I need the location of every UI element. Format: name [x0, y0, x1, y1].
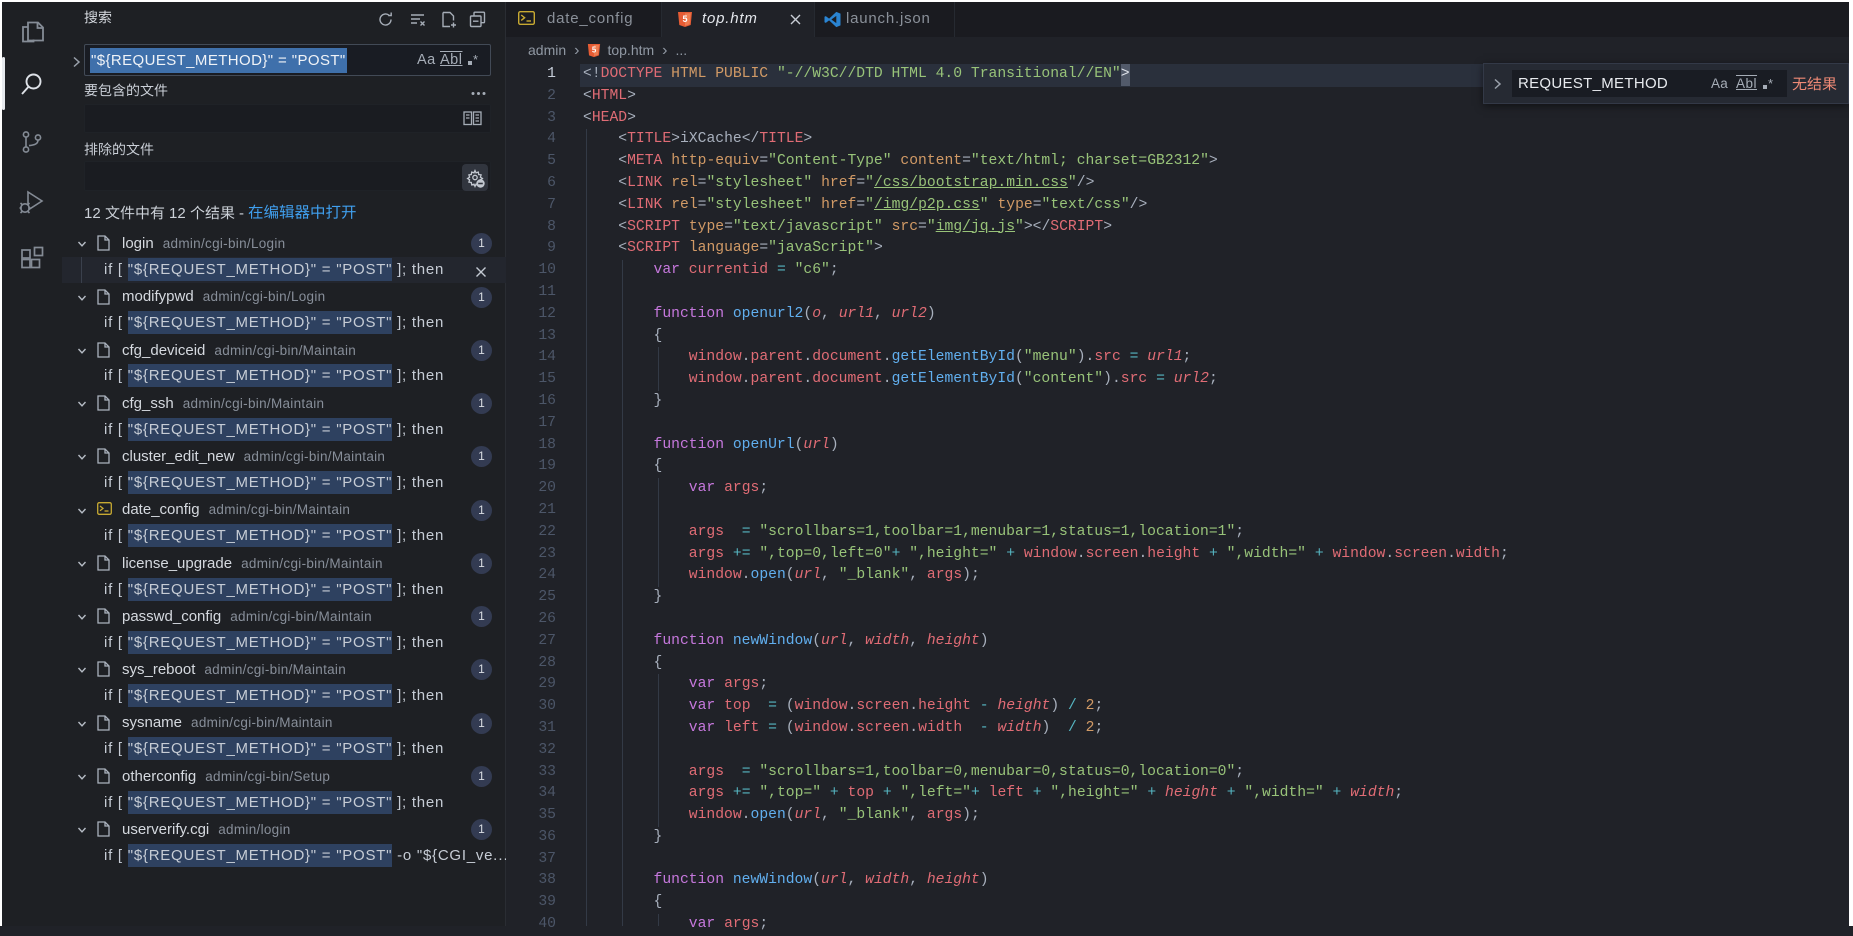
svg-text:5: 5 [592, 46, 597, 55]
svg-text:*: * [473, 53, 478, 66]
svg-text:*: * [1768, 77, 1773, 90]
svg-text:5: 5 [682, 14, 687, 24]
